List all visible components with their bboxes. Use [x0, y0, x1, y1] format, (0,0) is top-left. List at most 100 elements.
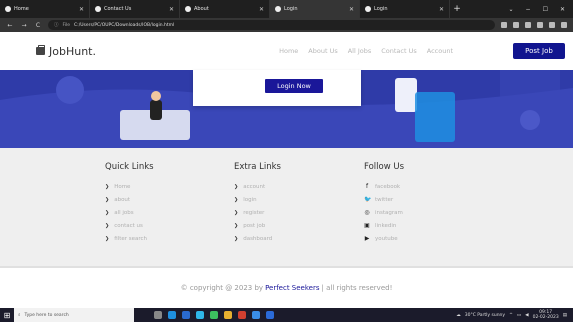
- chrome-icon[interactable]: [252, 311, 260, 319]
- quick-links-column: Quick Links ❯ Home ❯ about ❯ all jobs ❯ cont…: [105, 162, 154, 245]
- system-tray: ☁ 30°C Partly sunny ^ ▭ ◀ 09:17 02-02-20…: [456, 310, 573, 320]
- instagram-icon: ◎: [364, 209, 370, 216]
- footer-link[interactable]: ❯ about: [105, 193, 154, 206]
- footer: Quick Links ❯ Home ❯ about ❯ all jobs ❯ cont…: [0, 148, 573, 266]
- maximize-icon[interactable]: ☐: [543, 6, 548, 13]
- app-icon[interactable]: [182, 311, 190, 319]
- browser-tab[interactable]: Home ✕: [0, 0, 90, 18]
- volume-icon[interactable]: ◀: [525, 313, 528, 318]
- close-window-icon[interactable]: ✕: [560, 6, 565, 13]
- facebook-icon: f: [365, 183, 369, 190]
- footer-link[interactable]: ❯ contact us: [105, 219, 154, 232]
- extra-links-column: Extra Links ❯ account ❯ login ❯ register ❯ p…: [234, 162, 281, 245]
- footer-link[interactable]: ❯ Home: [105, 180, 154, 193]
- close-icon[interactable]: ✕: [79, 6, 84, 13]
- file-explorer-icon[interactable]: [224, 311, 232, 319]
- footer-link[interactable]: ❯ register: [234, 206, 281, 219]
- footer-link[interactable]: ❯ dashboard: [234, 232, 281, 245]
- back-icon[interactable]: ←: [6, 22, 14, 29]
- social-link-facebook[interactable]: f facebook: [364, 180, 404, 193]
- task-view-icon[interactable]: [154, 311, 162, 319]
- social-link-youtube[interactable]: ▶ youtube: [364, 232, 404, 245]
- url-text: C:/Users/PC/OUPC/Downloads/IOB/login.htm…: [74, 22, 175, 28]
- chevron-right-icon: ❯: [105, 196, 110, 203]
- app-icon[interactable]: [210, 311, 218, 319]
- copyright-brand: Perfect Seekers: [265, 284, 320, 292]
- weather-icon[interactable]: ☁: [456, 313, 461, 318]
- post-job-button[interactable]: Post Job: [513, 43, 565, 59]
- forward-icon[interactable]: →: [20, 22, 28, 29]
- app-icon[interactable]: [196, 311, 204, 319]
- twitter-icon: 🐦: [364, 196, 372, 203]
- tab-favicon-icon: [365, 6, 371, 12]
- browser-tab-strip: Home ✕ Contact Us ✕ About ✕ Login ✕ Login ✕ +…: [0, 0, 573, 18]
- close-icon[interactable]: ✕: [259, 6, 264, 13]
- app-icon[interactable]: [238, 311, 246, 319]
- sidebar-icon[interactable]: [537, 22, 543, 28]
- reload-icon[interactable]: C: [34, 22, 42, 29]
- address-bar: ← → C ⓘ File C:/Users/PC/OUPC/Downloads/…: [0, 18, 573, 32]
- nav-contact-us[interactable]: Contact Us: [381, 47, 417, 55]
- toolbar-icons: [501, 22, 567, 28]
- login-now-button[interactable]: Login Now: [265, 79, 323, 93]
- weather-text[interactable]: 30°C Partly sunny: [465, 313, 505, 318]
- social-link-twitter[interactable]: 🐦 twitter: [364, 193, 404, 206]
- browser-tab-active[interactable]: Login ✕: [270, 0, 360, 18]
- notification-icon[interactable]: ▤: [563, 313, 567, 318]
- footer-link[interactable]: ❯ post job: [234, 219, 281, 232]
- tab-favicon-icon: [95, 6, 101, 12]
- chevron-right-icon: ❯: [234, 196, 239, 203]
- windows-start-icon[interactable]: ⊞: [0, 308, 14, 322]
- briefcase-icon: [36, 45, 45, 55]
- taskbar-clock[interactable]: 09:17 02-02-2023: [533, 310, 559, 320]
- copyright-prefix: © copyright @ 2023 by: [180, 284, 264, 292]
- minimize-icon[interactable]: −: [526, 6, 531, 13]
- social-link-linkedin[interactable]: ▣ linkedin: [364, 219, 404, 232]
- taskbar-search[interactable]: ⌕ Type here to search: [14, 308, 134, 322]
- footer-link[interactable]: ❯ filter search: [105, 232, 154, 245]
- nav-home[interactable]: Home: [279, 47, 298, 55]
- follow-us-column: Follow Us f facebook 🐦 twitter ◎ instagram …: [364, 162, 404, 245]
- social-link-instagram[interactable]: ◎ instagram: [364, 206, 404, 219]
- brand-logo[interactable]: JobHunt.: [36, 45, 96, 58]
- new-tab-button[interactable]: +: [450, 0, 464, 18]
- close-icon[interactable]: ✕: [439, 6, 444, 13]
- star-icon[interactable]: [513, 22, 519, 28]
- browser-tab[interactable]: About ✕: [180, 0, 270, 18]
- browser-tab[interactable]: Contact Us ✕: [90, 0, 180, 18]
- window-controls: ⌄ − ☐ ✕: [509, 0, 573, 18]
- taskbar-search-placeholder: Type here to search: [24, 312, 69, 318]
- copyright-suffix: | all rights reserved!: [321, 284, 393, 292]
- chevron-right-icon: ❯: [105, 222, 110, 229]
- profile-icon[interactable]: [549, 22, 555, 28]
- chevron-right-icon: ❯: [234, 183, 239, 190]
- url-field[interactable]: ⓘ File C:/Users/PC/OUPC/Downloads/IOB/lo…: [48, 20, 495, 30]
- nav-account[interactable]: Account: [427, 47, 453, 55]
- footer-link[interactable]: ❯ account: [234, 180, 281, 193]
- extensions-icon[interactable]: [525, 22, 531, 28]
- info-icon[interactable]: ⓘ: [54, 22, 59, 28]
- network-icon[interactable]: ▭: [517, 313, 521, 318]
- search-icon: ⌕: [18, 313, 21, 318]
- footer-link[interactable]: ❯ login: [234, 193, 281, 206]
- footer-link[interactable]: ❯ all jobs: [105, 206, 154, 219]
- menu-icon[interactable]: [561, 22, 567, 28]
- copyright-bar: © copyright @ 2023 by Perfect Seekers | …: [0, 266, 573, 308]
- tray-chevron-icon[interactable]: ^: [509, 313, 513, 318]
- windows-taskbar: ⊞ ⌕ Type here to search ☁ 30°C Partly su…: [0, 308, 573, 322]
- browser-tab[interactable]: Login ✕: [360, 0, 450, 18]
- close-icon[interactable]: ✕: [349, 6, 354, 13]
- edge-icon[interactable]: [168, 311, 176, 319]
- chevron-right-icon: ❯: [105, 183, 110, 190]
- tab-favicon-icon: [185, 6, 191, 12]
- nav-all-jobs[interactable]: All Jobs: [348, 47, 372, 55]
- quick-links-title: Quick Links: [105, 162, 154, 172]
- nav-about-us[interactable]: About Us: [308, 47, 337, 55]
- chevron-right-icon: ❯: [105, 235, 110, 242]
- tab-search-icon[interactable]: ⌄: [509, 6, 514, 13]
- chevron-right-icon: ❯: [234, 222, 239, 229]
- tab-favicon-icon: [275, 6, 281, 12]
- close-icon[interactable]: ✕: [169, 6, 174, 13]
- vscode-icon[interactable]: [266, 311, 274, 319]
- share-icon[interactable]: [501, 22, 507, 28]
